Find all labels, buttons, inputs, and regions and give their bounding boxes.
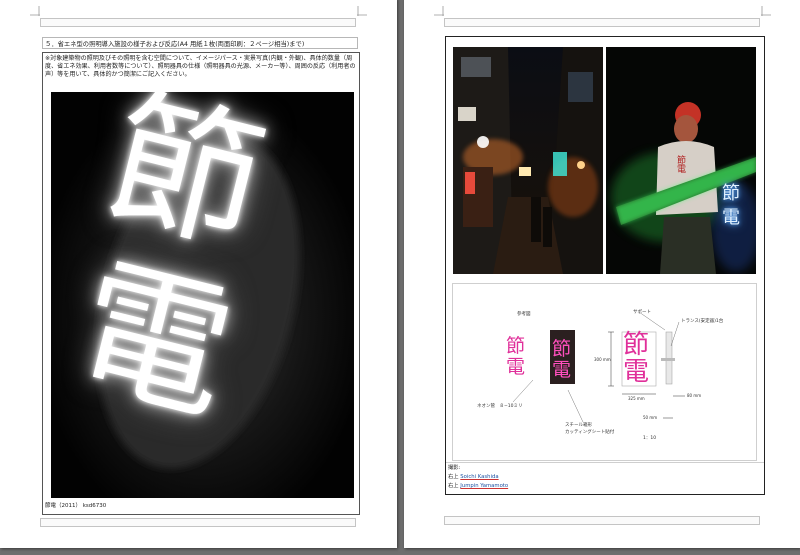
diagram-label-depth: 80 mm <box>687 393 702 398</box>
corner-mark-icon <box>434 6 444 16</box>
main-sign-char-1: 節 <box>623 330 650 360</box>
neon-character-den: 電 <box>60 238 248 444</box>
pink-outline-char-2: 電 <box>506 356 526 378</box>
page-footer-field <box>444 516 760 525</box>
shirt-text: 節電 <box>675 155 685 173</box>
neon-sign-photo: 節 電 <box>51 92 354 498</box>
diagram-label-transformer: トランス(安定器)1台 <box>681 319 724 324</box>
instruction-text: ※対象建築物の照明及びその照明を含む空間について、イメージパース・実景写真(内観… <box>45 55 356 78</box>
diagram-label-base: 50 mm <box>643 415 658 420</box>
credits-divider <box>446 462 764 463</box>
main-sign-char-2: 電 <box>623 357 650 387</box>
corner-mark-icon <box>761 6 771 16</box>
page-header-field <box>40 18 356 27</box>
neon-carrier-photo: 節電 節 電 <box>606 47 756 274</box>
dark-panel-char-2: 電 <box>552 359 572 381</box>
diagram-label-support: サポート <box>633 310 651 315</box>
diagram-label-width: 325 mm <box>628 396 645 401</box>
diagram-label-frame-2: カッティングシート貼付 <box>565 430 615 435</box>
photo-caption: 節電（2011） ksd6730 <box>45 503 107 509</box>
alley-night-photo <box>453 47 603 274</box>
corner-mark-icon <box>357 6 367 16</box>
credit-line-1: 右上 Soichi Kashida <box>448 473 508 482</box>
credit-name-link[interactable]: Jumpin Yamamoto <box>460 483 508 489</box>
diagram-label-frame-1: スチール箱形 <box>565 423 592 428</box>
corner-mark-icon <box>30 6 40 16</box>
sign-specification-diagram: 参考図 サポート トランス(安定器)1台 節 電 節 電 節 電 300 mm … <box>452 283 757 461</box>
dark-panel-char-1: 節 <box>552 338 572 360</box>
blue-sign-char-1: 節 <box>722 183 740 204</box>
credit-prefix: 右上 <box>448 483 459 489</box>
credit-prefix: 右上 <box>448 474 459 480</box>
section-title: ５．省エネ型の照明導入施設の様子および反応(A4 用紙１枚(両面印刷：２ページ相… <box>42 37 358 49</box>
blue-sign-char-2: 電 <box>722 207 740 228</box>
credits-heading: 撮影: <box>448 465 461 471</box>
pink-outline-char-1: 節 <box>506 335 526 357</box>
page-footer-field <box>40 518 356 527</box>
diagram-label-height: 300 mm <box>594 357 611 362</box>
credit-name-link[interactable]: Soichi Kashida <box>460 474 498 480</box>
diagram-label-neon: ネオン管 ８−10ミリ <box>477 404 523 409</box>
diagram-label-scale: 1：10 <box>643 436 657 441</box>
credit-line-2: 右上 Jumpin Yamamoto <box>448 482 508 491</box>
diagram-label-reference: 参考図 <box>517 312 531 317</box>
photo-credits: 撮影: 右上 Soichi Kashida 右上 Jumpin Yamamoto <box>448 464 508 491</box>
page-header-field <box>444 18 760 27</box>
